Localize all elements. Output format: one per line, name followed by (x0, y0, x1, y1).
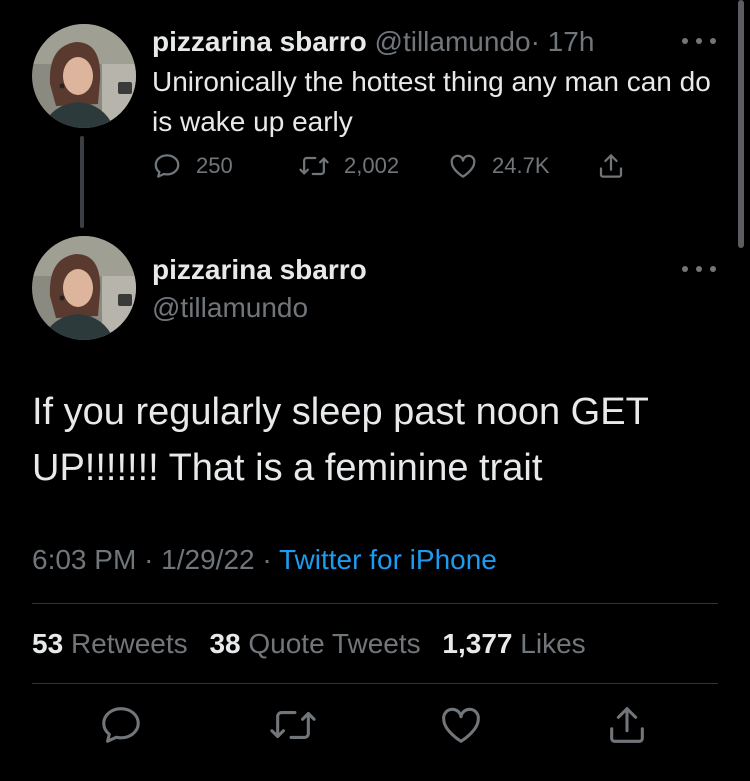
like-icon (438, 702, 486, 748)
likes-count: 1,377 (442, 628, 513, 659)
retweets-stat[interactable]: 53 Retweets (32, 628, 188, 659)
share-icon (604, 702, 652, 748)
retweet-count: 2,002 (344, 153, 400, 178)
thread-line (80, 136, 84, 228)
scrollbar[interactable] (738, 0, 744, 248)
divider (32, 683, 718, 684)
like-icon (448, 151, 478, 181)
share-icon (596, 151, 626, 181)
share-button[interactable] (596, 146, 626, 186)
retweets-count: 53 (32, 628, 64, 659)
more-icon[interactable] (682, 264, 716, 274)
tweet-time[interactable]: 6:03 PM (32, 544, 136, 575)
author-handle[interactable]: @tillamundo (375, 26, 531, 57)
reply-count: 250 (196, 153, 233, 178)
quotes-stat[interactable]: 38 Quote Tweets (209, 628, 420, 659)
reply-icon (152, 151, 182, 181)
retweet-button[interactable]: 2,002 (298, 146, 399, 186)
divider (32, 603, 718, 604)
author-name[interactable]: pizzarina sbarro (152, 26, 367, 57)
author-handle[interactable]: @tillamundo (152, 290, 308, 326)
like-button[interactable] (438, 702, 486, 750)
tweet-time[interactable]: · 17h (531, 26, 595, 57)
like-button[interactable]: 24.7K (448, 146, 550, 186)
tweet-date[interactable]: 1/29/22 (161, 544, 254, 575)
tweet-source-link[interactable]: Twitter for iPhone (279, 544, 497, 575)
quotes-count: 38 (209, 628, 241, 659)
reply-button[interactable]: 250 (152, 146, 233, 186)
tweet-header: pizzarina sbarro @tillamundo· 17h (152, 24, 594, 60)
avatar[interactable] (32, 236, 136, 340)
reply-button[interactable] (98, 702, 146, 750)
tweet-stats: 53 Retweets 38 Quote Tweets 1,377 Likes (32, 624, 586, 664)
retweets-label: Retweets (70, 628, 188, 659)
retweet-button[interactable] (268, 702, 316, 750)
tweet-text: Unironically the hottest thing any man c… (152, 66, 711, 137)
tweet-text: If you regularly sleep past noon GET UP!… (32, 391, 649, 489)
more-icon[interactable] (682, 36, 716, 46)
quotes-label: Quote Tweets (248, 628, 421, 659)
author-name[interactable]: pizzarina sbarro (152, 252, 367, 288)
likes-label: Likes (520, 628, 586, 659)
reply-icon (98, 702, 146, 748)
share-button[interactable] (604, 702, 652, 750)
retweet-icon (268, 702, 316, 748)
tweet-thread: pizzarina sbarro @tillamundo· 17h Uniron… (0, 0, 750, 781)
like-count: 24.7K (492, 153, 550, 178)
avatar[interactable] (32, 24, 136, 128)
retweet-icon (298, 151, 330, 181)
likes-stat[interactable]: 1,377 Likes (442, 628, 585, 659)
tweet-meta: 6:03 PM · 1/29/22 · Twitter for iPhone (32, 544, 497, 575)
